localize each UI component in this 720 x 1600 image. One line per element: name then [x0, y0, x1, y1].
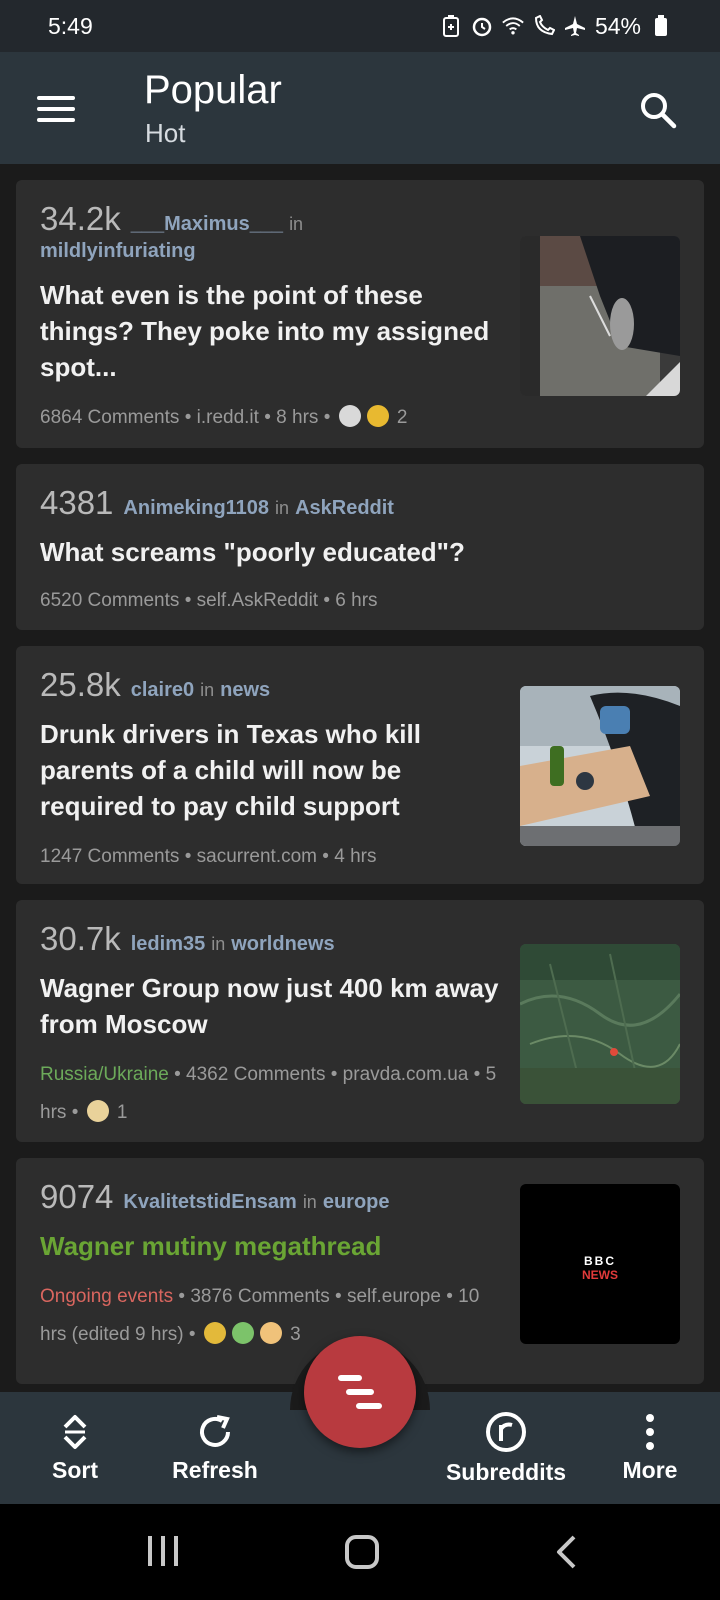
battery-percent: 54% — [594, 12, 641, 39]
in-label: in — [200, 680, 215, 700]
post-domain: i.redd.it — [196, 407, 259, 428]
reddit-r-icon — [486, 1411, 526, 1452]
post-domain: self.europe — [346, 1286, 441, 1307]
post-comments[interactable]: 4362 Comments — [186, 1064, 325, 1085]
award-icon — [231, 1322, 254, 1344]
back-button[interactable] — [554, 1534, 578, 1575]
post-domain: sacurrent.com — [196, 846, 317, 867]
post-card[interactable]: 34.2k ___Maximus___ in mildlyinfuriating… — [16, 180, 704, 448]
battery-icon — [650, 15, 672, 37]
post-subreddit[interactable]: AskReddit — [295, 497, 394, 520]
award-icon — [259, 1322, 282, 1344]
back-icon — [557, 1535, 576, 1569]
post-comments[interactable]: 6864 Comments — [40, 407, 179, 428]
post-author[interactable]: KvalitetstidEnsam — [123, 1191, 296, 1214]
more-vert-icon — [646, 1413, 654, 1450]
lines-icon — [338, 1375, 382, 1409]
in-label: in — [289, 214, 304, 234]
post-card[interactable]: 30.7k ledim35 in worldnews Wagner Group … — [16, 900, 704, 1142]
home-icon — [345, 1535, 379, 1569]
post-title[interactable]: Drunk drivers in Texas who kill parents … — [40, 716, 480, 824]
recents-button[interactable] — [146, 1534, 180, 1573]
post-subreddit[interactable]: news — [220, 679, 270, 702]
post-subreddit[interactable]: mildlyinfuriating — [40, 240, 510, 263]
post-thumbnail[interactable] — [520, 944, 680, 1104]
post-comments[interactable]: 6520 Comments — [40, 590, 179, 611]
post-score: 9074 — [40, 1178, 114, 1215]
system-nav-bar — [0, 1504, 720, 1600]
post-author[interactable]: claire0 — [131, 679, 194, 702]
post-subreddit[interactable]: worldnews — [231, 933, 334, 956]
menu-icon[interactable] — [37, 96, 75, 122]
in-label: in — [211, 934, 226, 954]
alarm-icon — [471, 15, 493, 37]
post-awards-count: 2 — [396, 407, 408, 428]
bbc-news-logo: BBC NEWS — [582, 1254, 618, 1282]
post-flair: Ongoing events — [40, 1286, 174, 1307]
post-awards-count: 1 — [116, 1102, 128, 1123]
post-score: 34.2k — [40, 200, 121, 237]
post-meta: 1247 Comments • sacurrent.com • 4 hrs — [40, 846, 377, 867]
award-icon — [86, 1100, 109, 1122]
wifi-icon — [502, 15, 524, 37]
more-button[interactable]: More — [600, 1392, 700, 1504]
sort-label: Sort — [52, 1456, 98, 1483]
post-thumbnail[interactable] — [520, 236, 680, 396]
post-score: 4381 — [40, 484, 114, 521]
search-icon[interactable] — [638, 90, 678, 130]
post-title[interactable]: What screams "poorly educated"? — [40, 534, 680, 570]
in-label: in — [302, 1192, 317, 1212]
status-time: 5:49 — [48, 12, 93, 39]
wifi-calling-icon — [533, 15, 555, 37]
post-thumbnail[interactable]: BBC NEWS — [520, 1184, 680, 1344]
status-bar: 5:49 54% — [0, 0, 720, 52]
award-icon — [366, 405, 389, 427]
refresh-label: Refresh — [172, 1456, 258, 1483]
post-title[interactable]: Wagner Group now just 400 km away from M… — [40, 970, 510, 1042]
page-title: Popular — [144, 68, 282, 112]
airplane-icon — [564, 15, 586, 37]
refresh-button[interactable]: Refresh — [160, 1392, 270, 1504]
post-comments[interactable]: 3876 Comments — [190, 1286, 329, 1307]
post-domain: pravda.com.ua — [342, 1064, 469, 1085]
post-thumbnail[interactable] — [520, 686, 680, 846]
battery-saver-icon — [440, 15, 462, 37]
subreddits-label: Subreddits — [445, 1458, 567, 1485]
post-meta: 6520 Comments • self.AskReddit • 6 hrs — [40, 590, 378, 611]
home-button[interactable] — [344, 1534, 380, 1575]
post-author[interactable]: ___Maximus___ — [131, 213, 283, 236]
post-meta: Ongoing events • 3876 Comments • self.eu… — [40, 1286, 480, 1345]
fab-button[interactable] — [304, 1336, 416, 1448]
post-domain: self.AskReddit — [196, 590, 319, 611]
post-flair: Russia/Ukraine — [40, 1064, 169, 1085]
post-author[interactable]: ledim35 — [131, 933, 205, 956]
post-card[interactable]: 25.8k claire0 in news Drunk drivers in T… — [16, 646, 704, 884]
post-score: 30.7k — [40, 920, 121, 957]
sort-mode-subtitle: Hot — [145, 118, 186, 148]
app-bar: Popular Hot — [0, 52, 720, 164]
post-author[interactable]: Animeking1108 — [123, 497, 269, 520]
sort-icon — [63, 1414, 87, 1449]
post-age: 6 hrs — [335, 590, 378, 611]
post-age: 8 hrs — [276, 407, 319, 428]
post-title[interactable]: What even is the point of these things? … — [40, 277, 510, 385]
refresh-icon — [200, 1414, 230, 1447]
award-icon — [338, 405, 361, 427]
post-score: 25.8k — [40, 666, 121, 703]
post-meta: 6864 Comments • i.redd.it • 8 hrs • 2 — [40, 405, 408, 428]
post-card[interactable]: 4381 Animeking1108 in AskReddit What scr… — [16, 464, 704, 630]
post-meta: Russia/Ukraine • 4362 Comments • pravda.… — [40, 1064, 497, 1123]
post-title[interactable]: Wagner mutiny megathread — [40, 1228, 510, 1264]
award-icon — [203, 1322, 226, 1344]
more-label: More — [622, 1456, 678, 1483]
subreddits-button[interactable]: Subreddits — [440, 1392, 572, 1504]
post-comments[interactable]: 1247 Comments — [40, 846, 179, 867]
post-awards-count: 3 — [290, 1324, 301, 1345]
post-age: 4 hrs — [334, 846, 377, 867]
post-feed[interactable]: 34.2k ___Maximus___ in mildlyinfuriating… — [0, 164, 720, 1392]
recents-icon — [148, 1536, 178, 1566]
in-label: in — [275, 498, 290, 518]
sort-button[interactable]: Sort — [20, 1392, 130, 1504]
post-subreddit[interactable]: europe — [323, 1191, 390, 1214]
